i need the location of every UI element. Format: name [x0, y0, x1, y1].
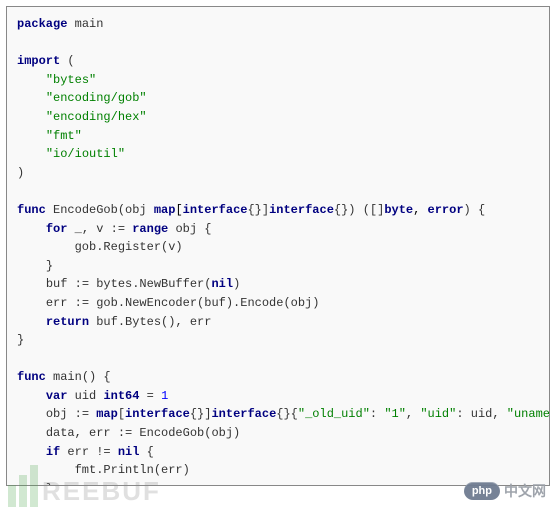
import-hex: "encoding/hex" [46, 110, 147, 124]
kw-if: if [46, 445, 60, 459]
fn-encode: EncodeGob(obj [53, 203, 154, 217]
code-block: package main import ( "bytes" "encoding/… [6, 6, 550, 486]
sig-mid: {}] [247, 203, 269, 217]
kw-map: map [154, 203, 176, 217]
kw-nil2: nil [118, 445, 140, 459]
kw-func: func [17, 203, 46, 217]
comma: , [406, 407, 420, 421]
brace3: } [46, 482, 53, 486]
kw-byte: byte [384, 203, 413, 217]
comma2: , [492, 407, 506, 421]
for-line: _, v := [67, 222, 132, 236]
kw-import: import [17, 54, 60, 68]
kw-interface: interface [183, 203, 248, 217]
fn-main: main() { [53, 370, 111, 384]
bracket: [ [118, 407, 125, 421]
kw-error: error [428, 203, 464, 217]
sig-end: {}) ([] [334, 203, 384, 217]
if-tail: { [139, 445, 153, 459]
import-gob: "encoding/gob" [46, 91, 147, 105]
import-ioutil: "io/ioutil" [46, 147, 125, 161]
paren-close: ) [17, 166, 24, 180]
obj-head: obj := [46, 407, 96, 421]
sig-mid2: {}] [190, 407, 212, 421]
kw-interface4: interface [211, 407, 276, 421]
kw-map2: map [96, 407, 118, 421]
pkg-name: main [75, 17, 104, 31]
import-fmt: "fmt" [46, 129, 82, 143]
kw-nil: nil [211, 277, 233, 291]
num-one: 1 [161, 389, 168, 403]
if-cond: err != [60, 445, 118, 459]
v-uid: uid [471, 407, 493, 421]
code-content: package main import ( "bytes" "encoding/… [17, 15, 539, 486]
k-uname: "uname" [507, 407, 550, 421]
buf-tail: ) [233, 277, 240, 291]
kw-int64: int64 [103, 389, 139, 403]
kw-interface3: interface [125, 407, 190, 421]
colon: : [370, 407, 384, 421]
data-assign: data, err := EncodeGob(obj) [46, 426, 240, 440]
brace2: } [17, 333, 24, 347]
err-assign: err := gob.NewEncoder(buf).Encode(obj) [46, 296, 320, 310]
k-old-uid: "_old_uid" [298, 407, 370, 421]
import-bytes: "bytes" [46, 73, 96, 87]
return-tail: buf.Bytes(), err [89, 315, 211, 329]
v-old-uid: "1" [384, 407, 406, 421]
kw-for: for [46, 222, 68, 236]
k-uid: "uid" [420, 407, 456, 421]
kw-range: range [132, 222, 168, 236]
eq: = [139, 389, 161, 403]
sig-tail: ) { [464, 203, 486, 217]
lit-open: {}{ [276, 407, 298, 421]
for-tail: obj { [168, 222, 211, 236]
uid-decl: uid [67, 389, 103, 403]
brace: } [46, 259, 53, 273]
kw-var: var [46, 389, 68, 403]
kw-return: return [46, 315, 89, 329]
colon2: : [456, 407, 470, 421]
paren: ( [67, 54, 74, 68]
buf-assign: buf := bytes.NewBuffer( [46, 277, 212, 291]
println-err: fmt.Println(err) [75, 463, 190, 477]
kw-func2: func [17, 370, 46, 384]
kw-package: package [17, 17, 67, 31]
gob-register: gob.Register(v) [75, 240, 183, 254]
kw-interface2: interface [269, 203, 334, 217]
